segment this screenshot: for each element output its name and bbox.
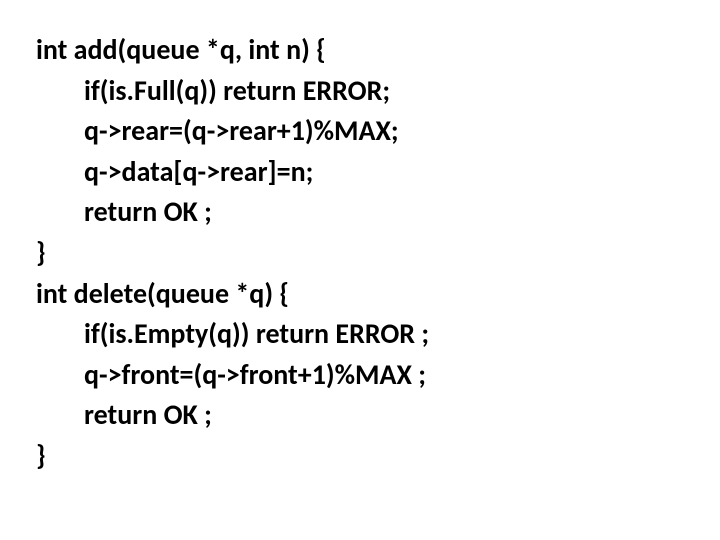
code-line: return OK ; [36, 395, 684, 436]
code-line: int delete(queue *q) { [36, 274, 684, 315]
code-line: q->front=(q->front+1)%MAX ; [36, 355, 684, 396]
code-line: if(is.Empty(q)) return ERROR ; [36, 314, 684, 355]
code-line: q->rear=(q->rear+1)%MAX; [36, 111, 684, 152]
code-block: int add(queue *q, int n) { if(is.Full(q)… [36, 30, 684, 477]
code-line: if(is.Full(q)) return ERROR; [36, 71, 684, 112]
code-line: return OK ; [36, 192, 684, 233]
code-line: int add(queue *q, int n) { [36, 30, 684, 71]
code-line: } [36, 436, 684, 477]
code-line: } [36, 233, 684, 274]
code-line: q->data[q->rear]=n; [36, 152, 684, 193]
